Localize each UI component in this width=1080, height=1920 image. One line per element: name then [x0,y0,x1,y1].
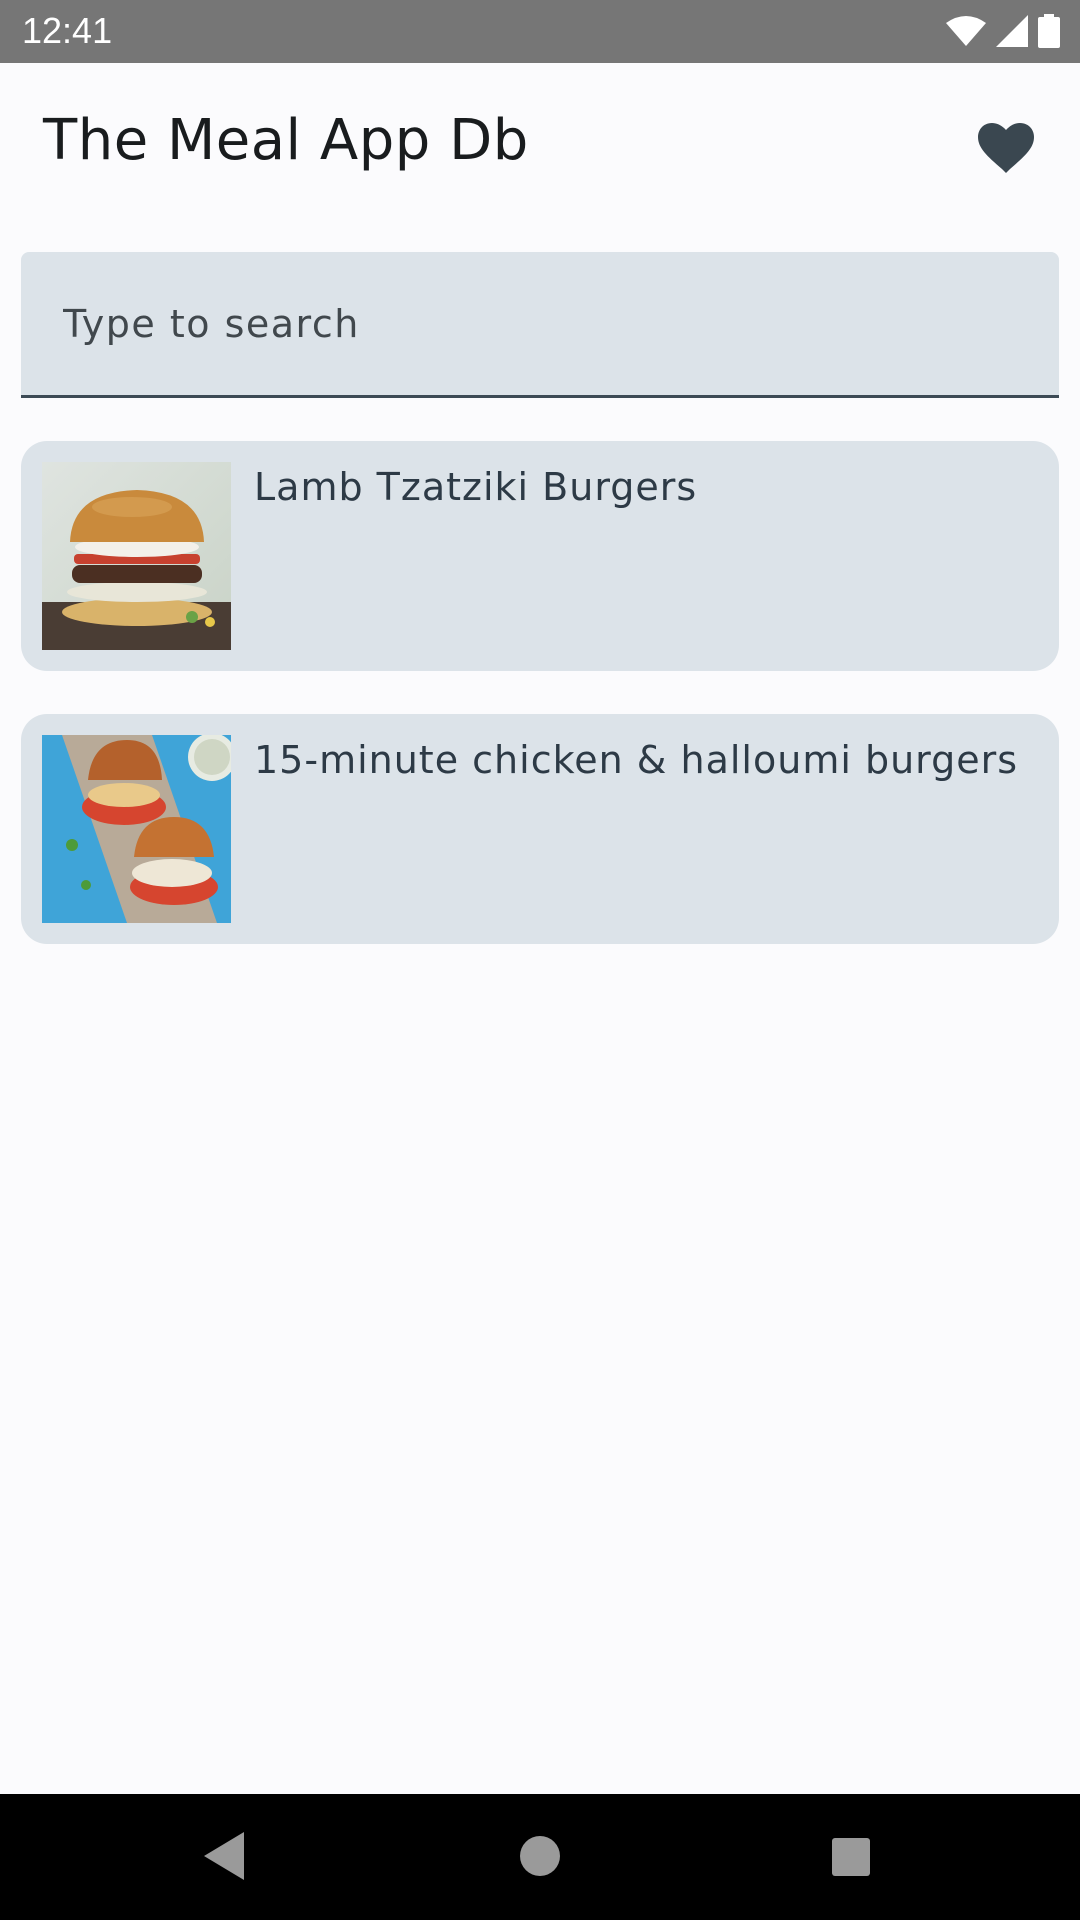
meal-thumbnail [42,462,231,650]
meal-thumbnail [42,735,231,923]
search-input[interactable] [63,252,1023,395]
meal-card[interactable]: 15-minute chicken & halloumi burgers [21,714,1059,944]
system-nav-bar [0,1794,1080,1920]
cell-signal-icon [996,15,1028,47]
recents-button[interactable] [820,1826,880,1886]
back-button[interactable] [196,1826,256,1886]
favorites-button[interactable] [978,123,1034,173]
app-title: The Meal App Db [43,108,529,173]
search-field[interactable] [21,252,1059,398]
meal-name: Lamb Tzatziki Burgers [254,465,698,509]
status-bar: 12:41 [0,0,1080,63]
meal-card[interactable]: Lamb Tzatziki Burgers [21,441,1059,671]
home-icon [510,1836,570,1890]
wifi-icon [946,15,986,47]
battery-icon [1038,14,1060,48]
back-icon [196,1832,256,1890]
home-button[interactable] [510,1826,570,1886]
status-time: 12:41 [22,10,113,51]
status-icons [946,14,1060,48]
heart-icon [978,123,1034,177]
meal-name: 15-minute chicken & halloumi burgers [254,738,1019,782]
recents-icon [820,1838,880,1890]
